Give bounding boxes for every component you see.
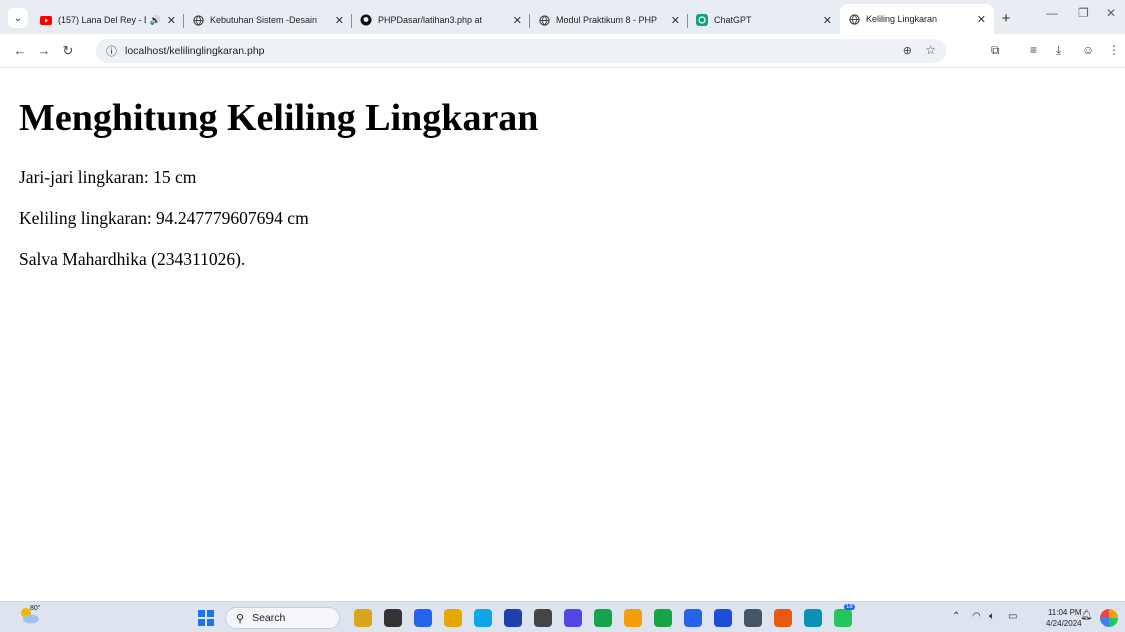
- close-tab-icon[interactable]: ✕: [329, 14, 344, 27]
- zoom-icon[interactable]: ⊕: [903, 44, 912, 57]
- tab-title: (157) Lana Del Rey - D: [58, 15, 146, 25]
- menu-kebab-icon[interactable]: ⋮: [1108, 43, 1120, 57]
- taskbar-app-icon[interactable]: [684, 609, 702, 627]
- close-tab-icon[interactable]: ✕: [507, 14, 522, 27]
- radius-text: Jari-jari lingkaran: 15 cm: [19, 167, 197, 187]
- tab-github-latihan3[interactable]: PHPDasar/latihan3.php at ✕: [352, 6, 530, 34]
- url-text[interactable]: localhost/kelilinglingkaran.php: [125, 45, 265, 57]
- tab-kebutuhan-sistem[interactable]: Kebutuhan Sistem -Desain ✕: [184, 6, 352, 34]
- minimize-icon[interactable]: —: [1046, 6, 1058, 20]
- tab-title: Kebutuhan Sistem -Desain: [210, 15, 318, 25]
- download-icon[interactable]: ⤓: [1056, 43, 1061, 58]
- tab-chatgpt[interactable]: ChatGPT ✕: [688, 6, 840, 34]
- wifi-icon[interactable]: ◠: [972, 611, 981, 622]
- taskbar-app-icon[interactable]: [654, 609, 672, 627]
- weather-temp: 80°: [30, 605, 41, 612]
- taskbar-app-icon[interactable]: [744, 609, 762, 627]
- globe-icon: [192, 14, 204, 26]
- extensions-icon[interactable]: ⧉: [991, 43, 1000, 58]
- taskbar-app-icon[interactable]: [504, 609, 522, 627]
- tab-search-chevron-icon[interactable]: ⌄: [8, 8, 28, 28]
- reload-icon[interactable]: ↻: [56, 43, 80, 59]
- taskbar-app-icon[interactable]: [414, 609, 432, 627]
- globe-icon: [538, 14, 550, 26]
- tab-title: Keliling Lingkaran: [866, 14, 938, 24]
- tab-modul-praktikum[interactable]: Modul Praktikum 8 - PHP ✕: [530, 6, 688, 34]
- taskbar-search[interactable]: ⚲ Search: [225, 607, 340, 629]
- profile-avatar-icon[interactable]: ☺: [1082, 43, 1094, 57]
- close-tab-icon[interactable]: ✕: [161, 14, 176, 27]
- chatgpt-icon: [696, 14, 708, 26]
- taskbar-app-icon[interactable]: [534, 609, 552, 627]
- notification-bell-icon[interactable]: 🔔︎: [1080, 610, 1093, 621]
- forward-arrow-icon[interactable]: →: [32, 43, 56, 58]
- back-arrow-icon[interactable]: ←: [8, 43, 32, 58]
- taskbar-app-icon[interactable]: [474, 609, 492, 627]
- battery-icon[interactable]: ▭: [1008, 611, 1017, 622]
- taskbar-app-icon[interactable]: [594, 609, 612, 627]
- tab-strip: ⌄ (157) Lana Del Rey - D 🔊 ✕ Kebutuhan S…: [0, 0, 1125, 34]
- weather-widget[interactable]: 80°: [18, 605, 44, 628]
- browser-toolbar: ← → ↻ ⓘ localhost/kelilinglingkaran.php …: [0, 34, 1125, 68]
- taskbar-app-icon[interactable]: [384, 609, 402, 627]
- page-title: Menghitung Keliling Lingkaran: [19, 97, 539, 139]
- clock-time: 11:04 PM: [1047, 608, 1082, 617]
- tab-title: PHPDasar/latihan3.php at: [378, 15, 483, 25]
- new-tab-button[interactable]: +: [994, 6, 1018, 30]
- taskbar-app-icon[interactable]: [354, 609, 372, 627]
- taskbar-app-icon[interactable]: [564, 609, 582, 627]
- speaker-icon[interactable]: 🔊: [150, 15, 161, 26]
- windows-taskbar: 80° ⚲ Search 18 ⌃ ◠ 🔈︎ ▭ 11:04 PM 4/24/2…: [0, 601, 1125, 632]
- github-icon: [360, 14, 372, 26]
- close-window-icon[interactable]: ✕: [1106, 6, 1116, 20]
- circumference-text: Keliling lingkaran: 94.247779607694 cm: [19, 208, 309, 228]
- whatsapp-badge: 18: [844, 604, 855, 610]
- reading-list-icon[interactable]: ≡: [1030, 43, 1037, 57]
- taskbar-app-icon[interactable]: [774, 609, 792, 627]
- taskbar-app-icon[interactable]: [444, 609, 462, 627]
- clock[interactable]: 11:04 PM 4/24/2024: [1046, 607, 1082, 629]
- start-button[interactable]: [198, 610, 214, 626]
- close-tab-icon[interactable]: ✕: [817, 14, 832, 27]
- tab-title: ChatGPT: [714, 15, 752, 25]
- taskbar-app-icon[interactable]: [714, 609, 732, 627]
- taskbar-app-icon[interactable]: [834, 609, 852, 627]
- close-tab-icon[interactable]: ✕: [665, 14, 680, 27]
- show-hidden-icons-chevron-icon[interactable]: ⌃: [952, 611, 960, 622]
- tab-title: Modul Praktikum 8 - PHP: [556, 15, 658, 25]
- taskbar-app-icon[interactable]: [624, 609, 642, 627]
- info-icon[interactable]: ⓘ: [106, 43, 117, 59]
- search-icon: ⚲: [236, 612, 245, 625]
- address-bar[interactable]: ⓘ localhost/kelilinglingkaran.php ⊕ ☆: [96, 39, 946, 63]
- search-label: Search: [252, 612, 286, 624]
- globe-icon: [848, 13, 860, 25]
- bookmark-star-icon[interactable]: ☆: [925, 43, 936, 57]
- taskbar-app-icon[interactable]: [804, 609, 822, 627]
- tab-youtube[interactable]: (157) Lana Del Rey - D 🔊 ✕: [32, 6, 184, 34]
- close-tab-icon[interactable]: ✕: [971, 13, 986, 26]
- page-content: Menghitung Keliling Lingkaran Jari-jari …: [19, 68, 1109, 270]
- volume-icon[interactable]: 🔈︎: [989, 611, 995, 622]
- copilot-icon[interactable]: [1100, 609, 1118, 627]
- clock-date: 4/24/2024: [1046, 619, 1082, 628]
- tab-keliling-lingkaran[interactable]: Keliling Lingkaran ✕: [840, 4, 994, 34]
- youtube-icon: [40, 14, 52, 26]
- author-text: Salva Mahardhika (234311026).: [19, 249, 246, 269]
- restore-icon[interactable]: ❐: [1078, 6, 1089, 20]
